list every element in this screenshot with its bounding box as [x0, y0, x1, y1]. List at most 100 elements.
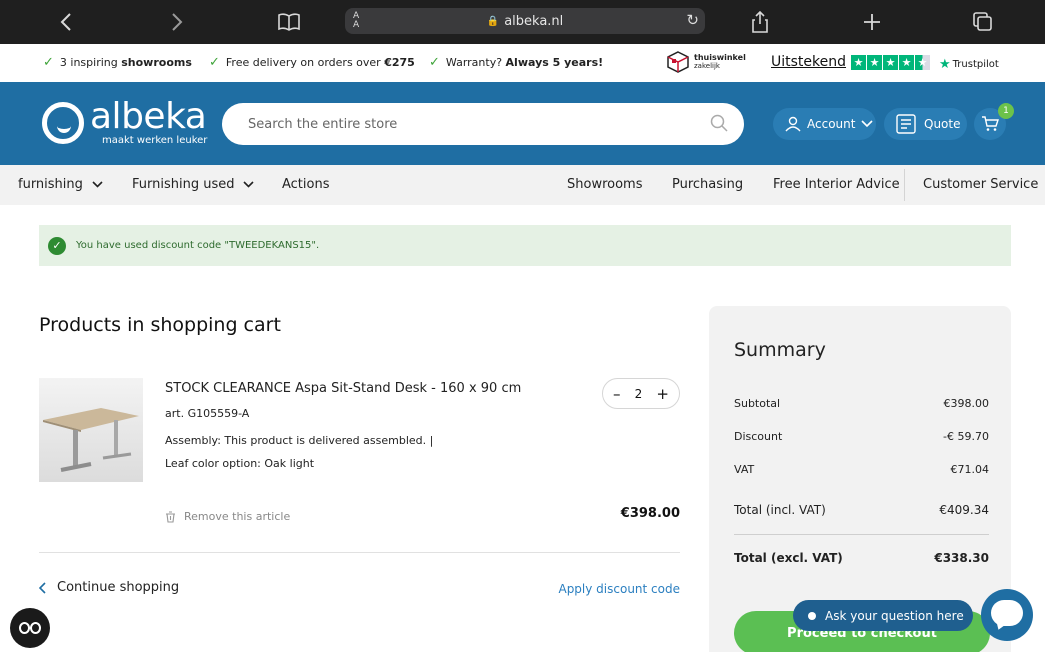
nav-item-furnishing[interactable]: furnishing: [18, 177, 103, 192]
trustpilot-label: Trustpilot: [952, 59, 999, 70]
trash-icon: [166, 510, 175, 523]
cart-count-badge: 1: [998, 103, 1014, 119]
browser-toolbar: AA 🔒 albeka.nl ↻: [0, 0, 1045, 44]
chevron-down-icon: [243, 181, 255, 188]
search-box: [222, 103, 744, 145]
nav-item-furnishing-used[interactable]: Furnishing used: [132, 177, 255, 192]
success-check-icon: ✓: [48, 236, 66, 255]
chat-button[interactable]: [981, 589, 1033, 641]
vat-label: VAT: [734, 463, 755, 476]
nav-item-customer-service[interactable]: Customer Service: [923, 177, 1038, 192]
online-dot-icon: [808, 611, 816, 620]
user-icon: [785, 116, 801, 132]
reload-icon[interactable]: ↻: [686, 11, 699, 29]
usp-bold: €275: [384, 56, 415, 69]
logo-wordmark: albeka: [90, 96, 207, 137]
back-icon[interactable]: [52, 8, 80, 36]
star-icon: ★: [899, 55, 914, 70]
subtotal-label: Subtotal: [734, 397, 781, 410]
trustpilot-star-icon: ★: [939, 57, 951, 72]
star-icon: ★: [883, 55, 898, 70]
check-icon: ✓: [209, 55, 220, 70]
search-icon[interactable]: [710, 114, 728, 132]
reader-aa-icon[interactable]: AA: [353, 12, 359, 30]
logo-smiley-icon: [42, 102, 84, 144]
product-name[interactable]: STOCK CLEARANCE Aspa Sit-Stand Desk - 16…: [165, 381, 521, 396]
summary-total-excl-row: Total (excl. VAT) €338.30: [734, 551, 989, 565]
trustpilot-stars[interactable]: ★ ★ ★ ★ ★: [851, 55, 930, 70]
usp-showrooms[interactable]: ✓ 3 inspiring showrooms: [43, 55, 192, 70]
usp-text: Free delivery on orders over: [225, 56, 381, 69]
summary-subtotal-row: Subtotal €398.00: [734, 397, 989, 410]
cart-icon: [982, 116, 999, 131]
trustpilot-rating-word[interactable]: Uitstekend: [771, 54, 846, 70]
trustpilot-logo[interactable]: ★ Trustpilot: [939, 57, 999, 72]
chevron-down-icon: [861, 120, 874, 128]
product-option-leaf-color: Leaf color option: Oak light: [165, 457, 315, 470]
forward-icon[interactable]: [163, 8, 191, 36]
chevron-down-icon: [92, 181, 103, 188]
summary-discount-row: Discount -€ 59.70: [734, 430, 989, 443]
remove-item-button[interactable]: Remove this article: [165, 510, 290, 523]
plus-icon[interactable]: +: [656, 385, 669, 403]
subtotal-value: €398.00: [943, 397, 990, 410]
summary-vat-row: VAT €71.04: [734, 463, 989, 476]
star-icon: ★: [851, 55, 866, 70]
minus-icon[interactable]: –: [613, 385, 621, 403]
usp-bold: Always 5 years!: [505, 56, 604, 69]
quote-icon: [896, 114, 916, 134]
total-excl-label: Total (excl. VAT): [734, 551, 843, 565]
usp-text: Warranty?: [445, 56, 503, 69]
item-price: €398.00: [620, 506, 680, 521]
summary-title: Summary: [734, 339, 826, 361]
vat-value: €71.04: [950, 463, 990, 476]
discount-value: -€ 59.70: [943, 430, 989, 443]
usp-bold: showrooms: [121, 56, 192, 69]
logo-tagline: maakt werken leuker: [102, 135, 208, 146]
continue-shopping-link[interactable]: Continue shopping: [39, 580, 179, 595]
remove-label: Remove this article: [184, 510, 291, 523]
address-bar[interactable]: AA 🔒 albeka.nl ↻: [345, 8, 705, 34]
account-button[interactable]: Account: [773, 108, 876, 140]
reader-icon[interactable]: [10, 608, 50, 648]
thuiswinkel-cube-icon: [667, 51, 689, 73]
bookmarks-icon[interactable]: [275, 8, 303, 36]
page-title: Products in shopping cart: [39, 314, 281, 336]
quantity-value[interactable]: 2: [635, 387, 643, 401]
summary-total-incl-row: Total (incl. VAT) €409.34: [734, 503, 989, 517]
thuiswinkel-logo[interactable]: thuiswinkel zakelijk: [667, 48, 747, 76]
total-incl-value: €409.34: [939, 503, 989, 517]
apply-discount-link[interactable]: Apply discount code: [480, 582, 680, 596]
share-icon[interactable]: [746, 8, 774, 36]
nav-item-actions[interactable]: Actions: [282, 177, 330, 192]
quote-button[interactable]: Quote: [884, 108, 967, 140]
nav-divider: [904, 169, 905, 201]
total-excl-value: €338.30: [934, 551, 989, 565]
search-input[interactable]: [222, 103, 744, 145]
nav-item-purchasing[interactable]: Purchasing: [672, 177, 743, 192]
new-tab-icon[interactable]: [858, 8, 886, 36]
tabs-icon[interactable]: [969, 8, 997, 36]
cart-divider: [39, 552, 680, 553]
check-icon: ✓: [43, 55, 54, 70]
site-header: albeka maakt werken leuker Account Quote: [0, 82, 1045, 165]
product-image[interactable]: [39, 378, 143, 482]
url-text: albeka.nl: [504, 13, 564, 29]
thuiswinkel-sub: zakelijk: [694, 62, 720, 70]
albeka-logo[interactable]: albeka maakt werken leuker: [42, 96, 227, 150]
page: AA 🔒 albeka.nl ↻ ✓ 3 inspiring showrooms…: [0, 0, 1045, 652]
summary-divider: [734, 534, 989, 535]
account-label: Account: [807, 117, 856, 131]
continue-label: Continue shopping: [57, 580, 180, 595]
discount-label: Discount: [734, 430, 783, 443]
nav-item-interior-advice[interactable]: Free Interior Advice: [773, 177, 900, 192]
chat-prompt-bubble[interactable]: Ask your question here: [793, 600, 973, 631]
nav-item-showrooms[interactable]: Showrooms: [567, 177, 642, 192]
quantity-stepper: – 2 +: [602, 378, 680, 409]
product-option-assembly: Assembly: This product is delivered asse…: [165, 434, 434, 447]
usp-bar: ✓ 3 inspiring showrooms ✓ Free delivery …: [0, 44, 1045, 82]
usp-delivery: ✓ Free delivery on orders over €275: [209, 55, 415, 70]
total-incl-label: Total (incl. VAT): [734, 503, 826, 517]
nav-label: furnishing: [18, 177, 83, 192]
thuiswinkel-label: thuiswinkel: [694, 53, 746, 62]
